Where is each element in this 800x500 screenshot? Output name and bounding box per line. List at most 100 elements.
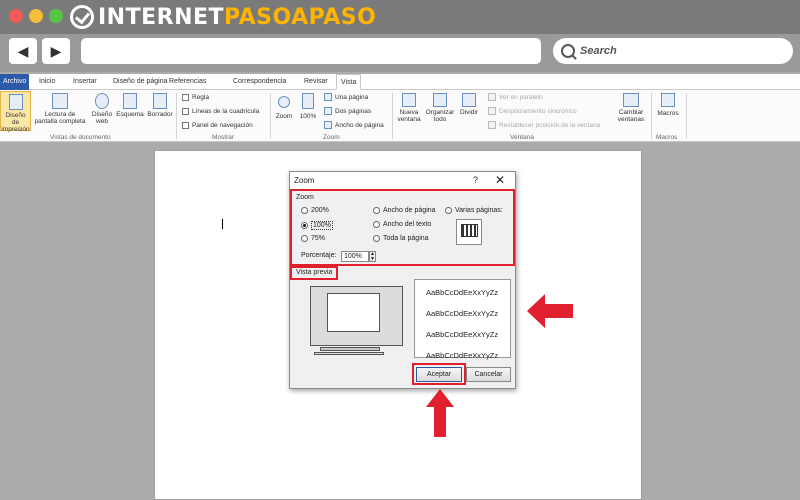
outline-icon xyxy=(123,93,137,109)
draft-button[interactable]: Borrador xyxy=(145,93,175,118)
tab-correspondencia[interactable]: Correspondencia xyxy=(229,74,290,90)
one-page-button[interactable]: Una página xyxy=(324,93,368,101)
ruler-checkbox[interactable]: Regla xyxy=(182,94,209,101)
split-label: Dividir xyxy=(459,109,479,116)
zoom-button[interactable]: Zoom xyxy=(274,93,294,120)
arrow-left-annotation-icon xyxy=(527,294,573,328)
close-window-button[interactable] xyxy=(9,9,23,23)
two-pages-button[interactable]: Dos páginas xyxy=(324,107,371,115)
outline-button[interactable]: Esquema xyxy=(115,93,145,118)
radio-dot xyxy=(445,207,452,214)
percent-spinner[interactable]: ▲ ▼ xyxy=(369,251,376,262)
tab-inicio[interactable]: Inicio xyxy=(35,74,59,90)
side-by-side-label: Ver en paralelo xyxy=(499,93,543,101)
zoom-label: Zoom xyxy=(275,113,293,120)
navigation-pane-label: Panel de navegación xyxy=(192,122,253,129)
cancel-button[interactable]: Cancelar xyxy=(466,367,511,382)
tab-diseno-pagina[interactable]: Diseño de página xyxy=(109,74,172,90)
tab-revisar[interactable]: Revisar xyxy=(300,74,332,90)
page-width-button[interactable]: Ancho de página xyxy=(324,121,384,129)
percent-input[interactable]: 100% xyxy=(341,251,369,262)
preview-label-highlight: Vista previa xyxy=(290,266,338,280)
help-button[interactable]: ? xyxy=(473,175,478,185)
check-logo-icon xyxy=(70,5,94,29)
side-by-side-button[interactable]: Ver en paralelo xyxy=(488,93,543,101)
print-layout-button[interactable]: Diseño de impresión xyxy=(0,91,31,133)
radio-whole-page-label: Toda la página xyxy=(383,235,429,242)
web-layout-button[interactable]: Diseño web xyxy=(89,93,115,125)
draft-icon xyxy=(153,93,167,109)
navigation-pane-checkbox[interactable]: Panel de navegación xyxy=(182,122,253,129)
radio-75[interactable]: 75% xyxy=(301,235,325,242)
radio-dot xyxy=(373,221,380,228)
tab-referencias[interactable]: Referencias xyxy=(165,74,210,90)
group-label-mostrar: Mostrar xyxy=(212,134,235,141)
web-label-2: web xyxy=(96,118,108,125)
zoom-window-button[interactable] xyxy=(49,9,63,23)
split-button[interactable]: Dividir xyxy=(457,93,481,116)
reset-position-icon xyxy=(488,121,496,129)
site-logo: INTERNETPASOAPASO xyxy=(70,4,376,30)
accept-button[interactable]: Aceptar xyxy=(416,367,462,382)
checkbox-box xyxy=(182,122,189,129)
reading-label-2: pantalla completa xyxy=(34,118,86,125)
full-screen-reading-button[interactable]: Lectura de pantalla completa xyxy=(32,93,88,125)
forward-button[interactable]: ▶ xyxy=(42,38,70,64)
group-label-zoom: Zoom xyxy=(323,134,340,141)
radio-many-pages[interactable]: Varias páginas: xyxy=(445,207,503,214)
group-divider xyxy=(392,93,393,139)
search-input[interactable]: Search xyxy=(553,38,793,64)
radio-whole-page[interactable]: Toda la página xyxy=(373,235,429,242)
tab-archivo[interactable]: Archivo xyxy=(0,74,30,90)
tab-vista[interactable]: Vista xyxy=(336,74,362,90)
browser-titlebar: INTERNETPASOAPASO xyxy=(0,0,800,34)
arrange-label-1: Organizar xyxy=(425,109,455,116)
radio-dot xyxy=(373,235,380,242)
ruler-label: Regla xyxy=(192,94,209,101)
arrange-all-button[interactable]: Organizar todo xyxy=(424,93,456,123)
browser-toolbar: ◀ ▶ Search xyxy=(0,34,800,72)
switch-windows-label-1: Cambiar xyxy=(618,109,644,116)
preview-page xyxy=(327,293,380,332)
arrange-label-2: todo xyxy=(433,116,447,123)
new-window-button[interactable]: Nueva ventana xyxy=(396,93,422,123)
search-icon xyxy=(561,44,575,58)
monitor-stand xyxy=(320,347,380,351)
checkbox-box xyxy=(182,94,189,101)
radio-200[interactable]: 200% xyxy=(301,207,329,214)
radio-page-width[interactable]: Ancho de página xyxy=(373,207,436,214)
sample-text-line: AaBbCcDdEeXxYyZz xyxy=(426,330,499,339)
radio-75-label: 75% xyxy=(311,235,326,242)
radio-100[interactable]: 100% xyxy=(301,221,333,230)
radio-many-pages-label: Varias páginas: xyxy=(455,207,503,214)
switch-windows-button[interactable]: Cambiar ventanas xyxy=(612,93,650,123)
side-by-side-icon xyxy=(488,93,496,101)
radio-dot-selected xyxy=(301,222,308,229)
group-divider xyxy=(686,93,687,139)
macros-icon xyxy=(661,93,675,107)
print-layout-label-2: impresión xyxy=(1,126,30,133)
macros-button[interactable]: Macros xyxy=(654,93,682,117)
zoom-dialog: Zoom ? ✕ Zoom 200% 100% 75% Ancho de pág… xyxy=(289,171,516,389)
reset-position-button[interactable]: Restablecer posición de la ventana xyxy=(488,121,600,129)
radio-text-width[interactable]: Ancho del texto xyxy=(373,221,431,228)
back-button[interactable]: ◀ xyxy=(9,38,37,64)
arrange-icon xyxy=(433,93,447,107)
dialog-body: Zoom 200% 100% 75% Ancho de página Ancho… xyxy=(290,189,515,388)
new-window-label-2: ventana xyxy=(397,116,421,123)
minimize-window-button[interactable] xyxy=(29,9,43,23)
zoom-100-button[interactable]: 100% xyxy=(297,93,319,120)
two-pages-label: Dos páginas xyxy=(335,107,372,115)
group-label-macros: Macros xyxy=(656,134,678,141)
group-divider xyxy=(270,93,271,139)
sample-text-line: AaBbCcDdEeXxYyZz xyxy=(426,288,499,297)
address-bar[interactable] xyxy=(81,38,541,64)
sync-scroll-button[interactable]: Desplazamiento sincrónico xyxy=(488,107,577,115)
monitor-pages-button[interactable] xyxy=(456,219,482,245)
radio-100-label: 100% xyxy=(311,221,333,230)
draft-label: Borrador xyxy=(147,111,173,118)
close-icon[interactable]: ✕ xyxy=(495,173,505,187)
page-width-label: Ancho de página xyxy=(335,121,384,129)
gridlines-checkbox[interactable]: Líneas de la cuadrícula xyxy=(182,108,259,115)
tab-insertar[interactable]: Insertar xyxy=(69,74,101,90)
